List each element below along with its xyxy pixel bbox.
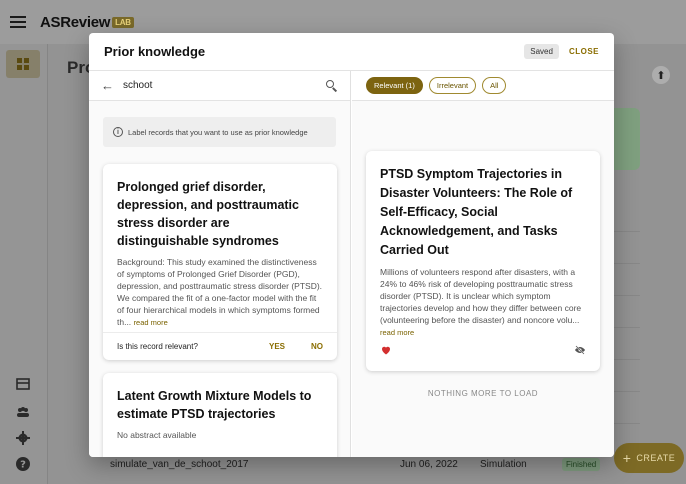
help-icon[interactable]: ? [15,456,31,472]
label-filter-bar: Relevant (1) Irrelevant All [352,71,614,101]
record-title: PTSD Symptom Trajectories in Disaster Vo… [380,167,573,257]
visibility-off-icon[interactable] [574,344,586,356]
status-panel [614,108,640,170]
labeled-pane: Relevant (1) Irrelevant All PTSD Symptom… [352,71,614,457]
filter-chip-irrelevant[interactable]: Irrelevant [428,77,477,94]
read-more-link[interactable]: read more [134,318,168,327]
svg-text:?: ? [20,460,26,471]
sidebar: ? [0,44,48,484]
plus-icon: + [622,450,632,466]
read-more-link[interactable]: read more [380,328,414,337]
no-button[interactable]: NO [311,342,323,351]
upload-icon[interactable]: ⬆ [652,66,670,84]
filter-chip-relevant[interactable]: Relevant (1) [366,77,423,94]
dialog-title: Prior knowledge [104,44,206,59]
search-result-card: Prolonged grief disorder, depression, an… [103,164,337,360]
menu-icon[interactable] [10,16,26,28]
close-button[interactable]: CLOSE [569,47,599,56]
search-result-card: Latent Growth Mixture Models to estimate… [103,373,337,457]
sidebar-item-dashboard[interactable] [6,50,40,78]
project-name: simulate_van_de_schoot_2017 [110,458,249,470]
create-button[interactable]: + CREATE [614,443,684,473]
record-title: Latent Growth Mixture Models to estimate… [117,389,312,421]
project-table [614,200,640,450]
team-icon[interactable] [15,404,31,420]
filter-chip-all[interactable]: All [482,77,507,94]
project-date: Jun 06, 2022 [400,458,458,470]
search-icon[interactable] [326,79,338,92]
back-arrow-icon[interactable]: ← [101,78,119,93]
labeled-record-card: PTSD Symptom Trajectories in Disaster Vo… [366,151,600,371]
dashboard-icon [17,58,29,70]
search-pane: ← schoot i Label records that you want t… [89,71,351,457]
heart-icon[interactable] [380,344,392,356]
search-bar: ← schoot [89,71,350,101]
project-mode: Simulation [480,458,527,470]
settings-icon[interactable] [15,430,31,446]
record-title: Prolonged grief disorder, depression, an… [117,180,299,248]
saved-indicator: Saved [524,44,559,59]
nothing-more-label: NOTHING MORE TO LOAD [427,389,539,398]
record-abstract: Millions of volunteers respond after dis… [380,267,582,337]
relevance-actions: Is this record relevant? YES NO [103,332,337,360]
brand-logo: ASReview LAB [40,14,134,31]
status-badge: Finished [562,457,601,471]
info-banner: i Label records that you want to use as … [103,117,336,147]
table-row[interactable]: simulate_van_de_schoot_2017 Jun 06, 2022… [110,454,630,474]
record-abstract: No abstract available [117,430,197,440]
record-abstract: Background: This study examined the dist… [117,257,323,327]
archive-icon[interactable] [15,376,31,392]
info-icon: i [113,127,123,137]
dialog-header: Prior knowledge Saved CLOSE [89,33,614,71]
yes-button[interactable]: YES [269,342,285,351]
prior-knowledge-dialog: Prior knowledge Saved CLOSE ← schoot i L… [89,33,614,457]
relevance-question: Is this record relevant? [117,342,198,351]
labeled-actions [380,343,586,357]
search-input[interactable]: schoot [123,80,326,91]
info-text: Label records that you want to use as pr… [128,127,308,137]
